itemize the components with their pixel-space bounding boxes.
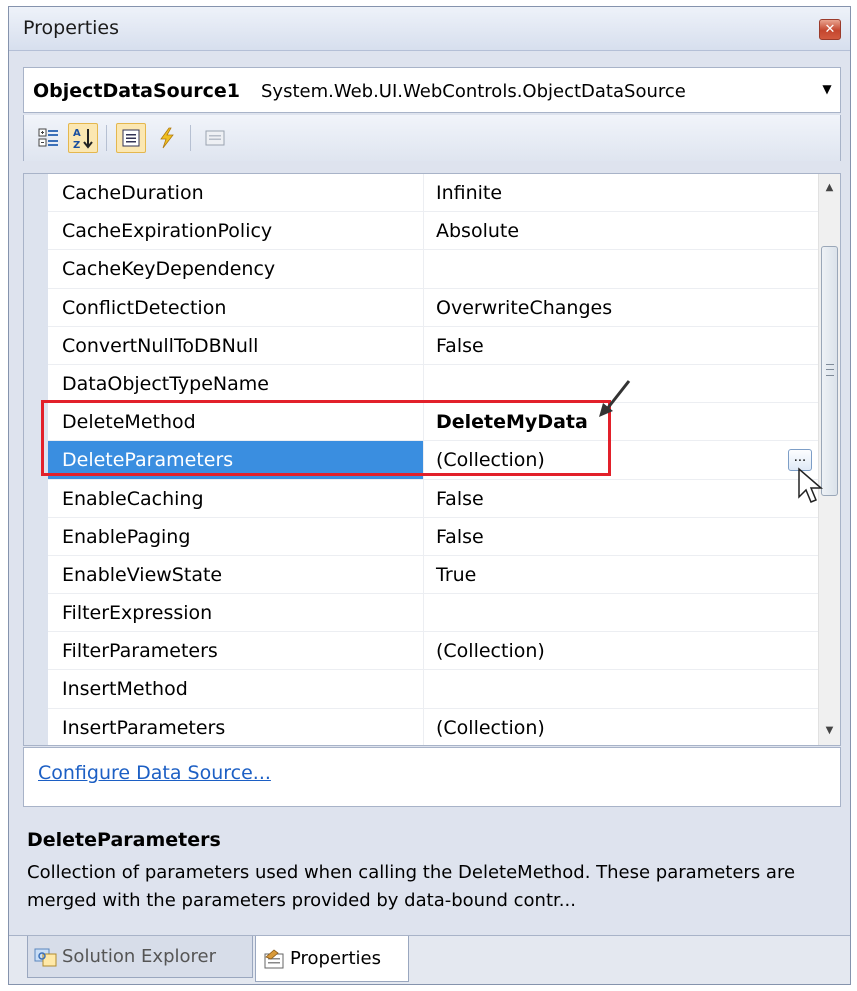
property-value[interactable]: (Collection): [426, 441, 818, 478]
property-row-deleteparameters[interactable]: DeleteParameters (Collection) ...: [48, 441, 818, 480]
property-row-cacheduration[interactable]: CacheDuration Infinite: [48, 174, 818, 213]
property-name: CacheKeyDependency: [48, 250, 424, 288]
property-name: ConvertNullToDBNull: [48, 326, 424, 364]
toolbar-separator: [190, 125, 191, 151]
close-icon: ✕: [824, 22, 836, 37]
property-value[interactable]: OverwriteChanges: [426, 289, 818, 326]
mouse-pointer-icon: [798, 467, 824, 503]
bottom-tab-strip: Solution Explorer Properties: [9, 935, 850, 984]
property-value[interactable]: False: [426, 518, 818, 555]
property-value[interactable]: (Collection): [426, 632, 818, 669]
categorized-icon: [38, 128, 58, 147]
property-value[interactable]: Infinite: [426, 174, 818, 211]
property-name: DeleteMethod: [48, 403, 424, 441]
property-row-cacheexpirationpolicy[interactable]: CacheExpirationPolicy Absolute: [48, 212, 818, 251]
property-pages-icon: [205, 130, 225, 146]
title-bar[interactable]: Properties ✕: [9, 7, 850, 51]
svg-text:Z: Z: [73, 140, 80, 150]
property-row-filterexpression[interactable]: FilterExpression: [48, 594, 818, 633]
property-name: EnableCaching: [48, 479, 424, 517]
property-list-icon: [122, 129, 140, 147]
property-name: EnableViewState: [48, 555, 424, 594]
property-name: InsertMethod: [48, 670, 424, 708]
properties-window: Properties ✕ ObjectDataSource1 System.We…: [8, 6, 851, 985]
property-name: FilterParameters: [48, 632, 424, 670]
property-row-convertnulltodbnull[interactable]: ConvertNullToDBNull False: [48, 326, 818, 365]
toolbar-separator: [106, 125, 107, 151]
property-row-insertparameters[interactable]: InsertParameters (Collection): [48, 708, 818, 745]
scroll-up-arrow-icon[interactable]: ▲: [819, 176, 840, 200]
solution-explorer-icon: [34, 948, 57, 966]
property-name: InsertParameters: [48, 708, 424, 745]
property-value[interactable]: [426, 670, 818, 707]
object-selector[interactable]: ObjectDataSource1 System.Web.UI.WebContr…: [23, 67, 841, 113]
chevron-down-icon[interactable]: ▼: [820, 82, 834, 96]
property-row-conflictdetection[interactable]: ConflictDetection OverwriteChanges: [48, 288, 818, 327]
lightning-icon: [160, 127, 174, 149]
window-title: Properties: [23, 17, 120, 39]
scroll-thumb[interactable]: [821, 246, 838, 496]
property-value[interactable]: [426, 594, 818, 631]
property-value[interactable]: True: [426, 556, 818, 593]
property-value[interactable]: False: [426, 480, 818, 517]
property-row-deletemethod[interactable]: DeleteMethod DeleteMyData: [48, 403, 818, 442]
object-name: ObjectDataSource1: [33, 80, 240, 102]
close-button[interactable]: ✕: [819, 19, 841, 40]
property-row-enablepaging[interactable]: EnablePaging False: [48, 517, 818, 556]
property-value[interactable]: Absolute: [426, 212, 818, 249]
description-title: DeleteParameters: [27, 829, 221, 851]
grid-gutter: [24, 174, 48, 745]
scroll-down-arrow-icon[interactable]: ▼: [819, 719, 840, 743]
property-value[interactable]: False: [426, 327, 818, 364]
property-name: DataObjectTypeName: [48, 364, 424, 403]
tab-properties[interactable]: Properties: [255, 936, 409, 982]
svg-text:A: A: [73, 128, 81, 139]
property-rows: CacheDuration Infinite CacheExpirationPo…: [48, 174, 818, 745]
property-row-insertmethod[interactable]: InsertMethod: [48, 670, 818, 709]
properties-toolbar: A Z: [23, 115, 841, 161]
description-text: Collection of parameters used when calli…: [27, 862, 796, 911]
property-name: EnablePaging: [48, 517, 424, 555]
vertical-scrollbar[interactable]: ▲ ▼: [818, 174, 840, 745]
categorized-button[interactable]: [34, 123, 64, 153]
properties-icon: [264, 948, 284, 968]
grip-icon: [826, 364, 834, 376]
tab-label: Solution Explorer: [62, 946, 216, 967]
tab-label: Properties: [290, 948, 381, 969]
alphabetical-button[interactable]: A Z: [68, 123, 98, 153]
sort-az-icon: A Z: [73, 128, 93, 150]
property-row-cachekeydependency[interactable]: CacheKeyDependency: [48, 250, 818, 289]
property-name: DeleteParameters: [48, 441, 424, 479]
commands-pane: Configure Data Source...: [23, 747, 841, 807]
tab-solution-explorer[interactable]: Solution Explorer: [27, 936, 253, 978]
object-type: System.Web.UI.WebControls.ObjectDataSour…: [261, 81, 686, 102]
property-name: FilterExpression: [48, 594, 424, 632]
property-row-filterparameters[interactable]: FilterParameters (Collection): [48, 632, 818, 671]
configure-data-source-link[interactable]: Configure Data Source...: [38, 762, 271, 784]
description-pane: DeleteParameters Collection of parameter…: [23, 819, 841, 933]
property-pages-button[interactable]: [200, 123, 230, 153]
property-row-dataobjecttypename[interactable]: DataObjectTypeName: [48, 364, 818, 404]
property-name: CacheExpirationPolicy: [48, 212, 424, 250]
property-name: ConflictDetection: [48, 288, 424, 326]
annotation-arrow-icon: [599, 380, 631, 417]
property-value[interactable]: [426, 250, 818, 287]
properties-view-button[interactable]: [116, 123, 146, 153]
property-name: CacheDuration: [48, 174, 424, 212]
property-row-enablecaching[interactable]: EnableCaching False: [48, 479, 818, 518]
events-button[interactable]: [152, 123, 182, 153]
property-grid[interactable]: CacheDuration Infinite CacheExpirationPo…: [23, 173, 841, 746]
property-value[interactable]: (Collection): [426, 709, 818, 745]
property-row-enableviewstate[interactable]: EnableViewState True: [48, 555, 818, 595]
